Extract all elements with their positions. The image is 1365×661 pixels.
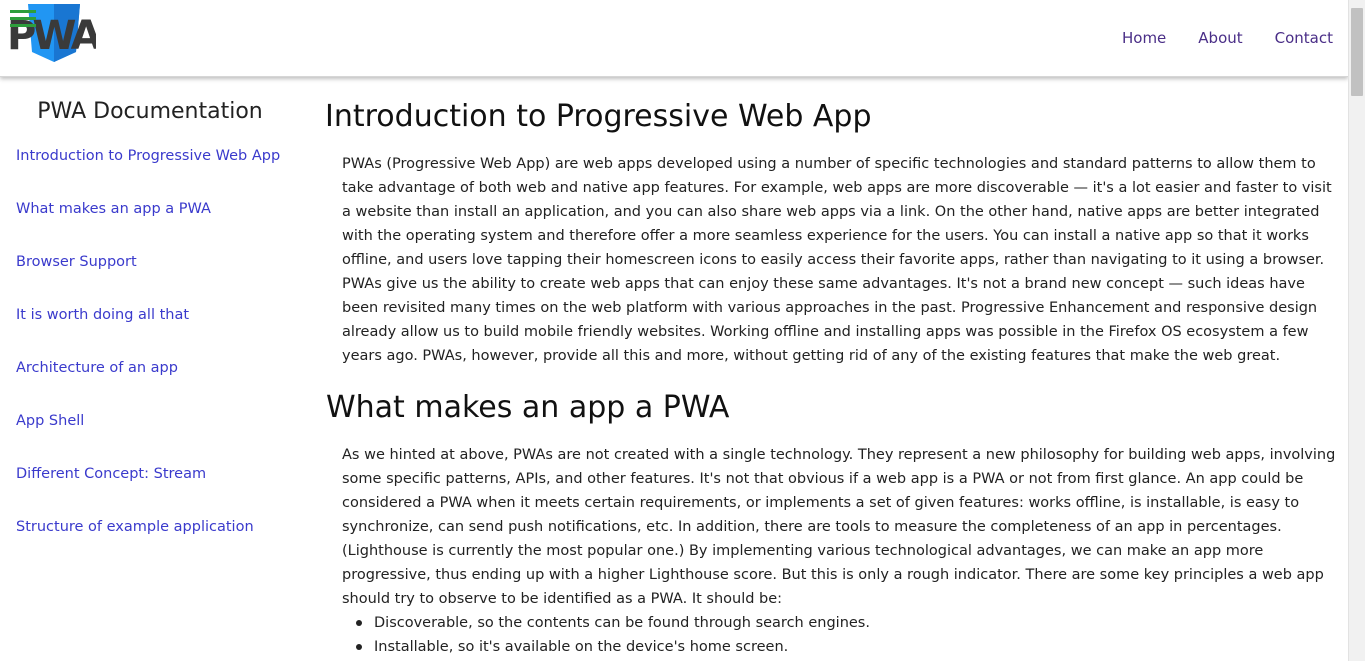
sidebar-link-browser-support[interactable]: Browser Support	[16, 254, 137, 270]
nav-home-link[interactable]: Home	[1122, 29, 1166, 47]
sidebar-item: Introduction to Progressive Web App	[16, 145, 280, 198]
sidebar-link-what-makes-pwa[interactable]: What makes an app a PWA	[16, 201, 211, 217]
sidebar-title: PWA Documentation	[37, 99, 263, 124]
pwa-logo-icon: PWA	[7, 4, 106, 62]
list-item: Installable, so it's available on the de…	[342, 635, 870, 659]
nav-about-link[interactable]: About	[1198, 29, 1242, 47]
sidebar-link-introduction[interactable]: Introduction to Progressive Web App	[16, 148, 280, 164]
scrollbar-thumb[interactable]	[1351, 8, 1363, 96]
sidebar-item: Architecture of an app	[16, 357, 280, 410]
pwa-principles-list: Discoverable, so the contents can be fou…	[342, 611, 870, 659]
sidebar-item: Different Concept: Stream	[16, 463, 280, 516]
section-title-what-makes-pwa: What makes an app a PWA	[326, 390, 730, 425]
section-title-introduction: Introduction to Progressive Web App	[325, 99, 872, 134]
site-header: PWA Home About Contact	[0, 0, 1348, 77]
nav-contact-link[interactable]: Contact	[1275, 29, 1333, 47]
section-paragraph-introduction: PWAs (Progressive Web App) are web apps …	[342, 156, 1332, 364]
top-nav: Home About Contact	[1122, 29, 1333, 47]
list-item: Discoverable, so the contents can be fou…	[342, 611, 870, 635]
sidebar-link-architecture[interactable]: Architecture of an app	[16, 360, 178, 376]
page-scrollbar[interactable]	[1348, 0, 1365, 661]
sidebar-item: It is worth doing all that	[16, 304, 280, 357]
sidebar-link-app-shell[interactable]: App Shell	[16, 413, 84, 429]
sidebar-item: App Shell	[16, 410, 280, 463]
sidebar-item: What makes an app a PWA	[16, 198, 280, 251]
sidebar-item: Structure of example application	[16, 516, 280, 569]
sidebar: PWA Documentation Introduction to Progre…	[0, 77, 300, 661]
pwa-logo[interactable]: PWA	[6, 2, 106, 64]
section-paragraph-what-makes-pwa: As we hinted at above, PWAs are not crea…	[342, 447, 1336, 607]
sidebar-link-stream[interactable]: Different Concept: Stream	[16, 466, 206, 482]
sidebar-link-structure[interactable]: Structure of example application	[16, 519, 254, 535]
sidebar-link-worth-doing[interactable]: It is worth doing all that	[16, 307, 189, 323]
sidebar-nav-list: Introduction to Progressive Web App What…	[16, 145, 280, 569]
sidebar-item: Browser Support	[16, 251, 280, 304]
